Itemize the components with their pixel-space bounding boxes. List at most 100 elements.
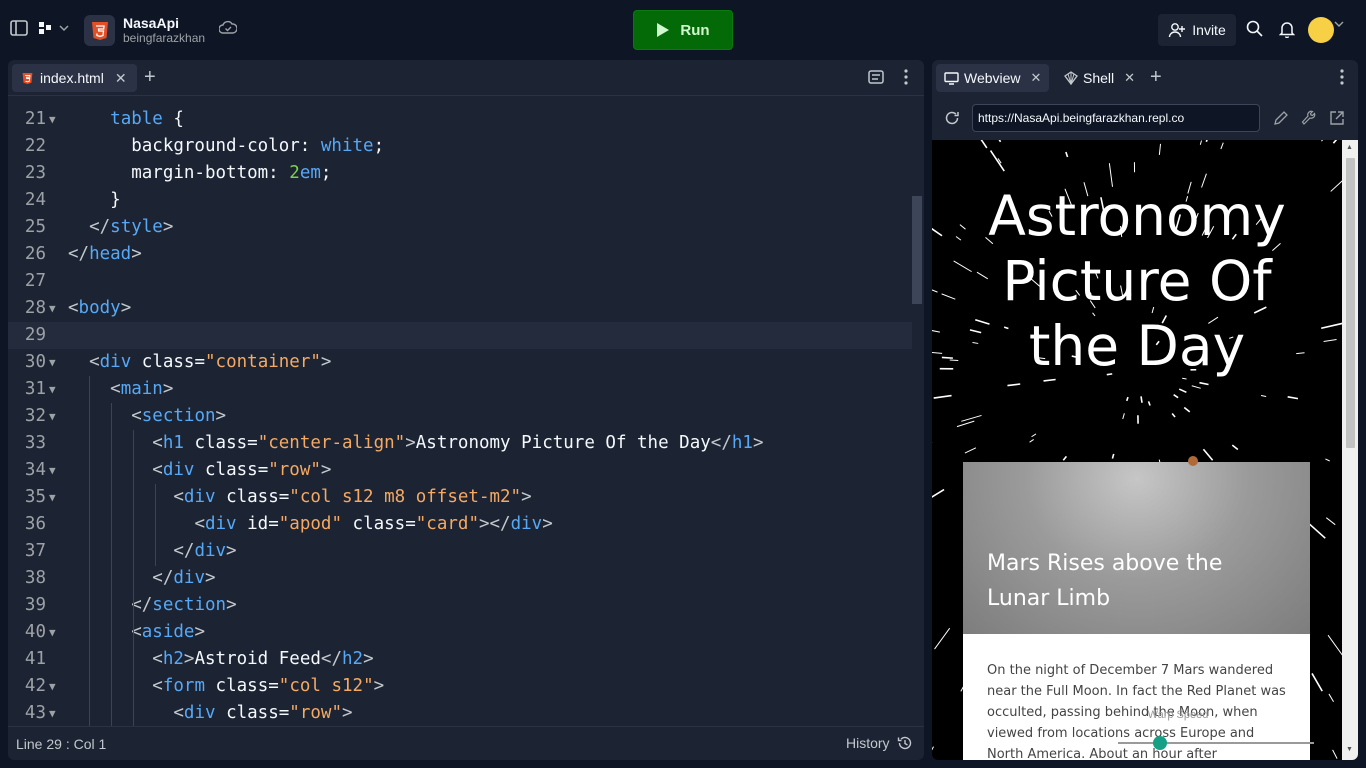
code-line[interactable]: 23 margin-bottom: 2em;	[8, 160, 912, 187]
star-streak	[1122, 413, 1125, 420]
code-line[interactable]: 31 ▼ <main>	[8, 376, 912, 403]
project-switcher-icon[interactable]	[38, 20, 70, 36]
new-pane-tab-icon[interactable]: +	[1150, 66, 1162, 88]
editor-scrollbar[interactable]	[912, 196, 922, 304]
code-line[interactable]: 27	[8, 268, 912, 295]
code-line[interactable]: 40 ▼ <aside>	[8, 619, 912, 646]
invite-label: Invite	[1192, 22, 1226, 38]
close-shell-tab-icon[interactable]: ✕	[1124, 70, 1135, 86]
code-text: <section>	[131, 406, 227, 426]
fold-arrow-icon[interactable]: ▼	[49, 295, 56, 322]
warp-speed-slider[interactable]	[1118, 742, 1314, 744]
code-line[interactable]: 32 ▼ <section>	[8, 403, 912, 430]
code-line[interactable]: 34 ▼ <div class="row">	[8, 457, 912, 484]
code-area[interactable]: 20 21▼ table {22 background-color: white…	[8, 96, 912, 726]
star-streak	[1332, 140, 1338, 144]
play-icon	[657, 23, 670, 37]
webview-scrollbar-thumb[interactable]	[1346, 158, 1355, 448]
star-streak	[1308, 523, 1326, 539]
code-line[interactable]: 37 </div>	[8, 538, 912, 565]
fold-arrow-icon[interactable]: ▼	[49, 106, 56, 133]
code-line[interactable]: 22 background-color: white;	[8, 133, 912, 160]
code-text: <div class="col s12 m8 offset-m2">	[173, 487, 532, 507]
fold-arrow-icon[interactable]: ▼	[49, 619, 56, 646]
warp-speed-label: Warp Speed	[1147, 709, 1209, 721]
user-avatar[interactable]	[1308, 17, 1334, 43]
cloud-check-icon[interactable]	[219, 20, 239, 36]
star-streak	[961, 414, 982, 422]
warp-speed-slider-knob[interactable]	[1153, 736, 1167, 750]
star-streak	[932, 746, 934, 751]
code-line[interactable]: 25 </style>	[8, 214, 912, 241]
code-text: table {	[110, 109, 184, 129]
fold-arrow-icon[interactable]: ▼	[49, 673, 56, 700]
star-streak	[964, 447, 977, 454]
notification-bell-icon[interactable]	[1279, 20, 1299, 38]
tab-index-html[interactable]: index.html ✕	[12, 64, 137, 92]
code-text: <div class="row">	[152, 460, 332, 480]
close-webview-tab-icon[interactable]: ✕	[1031, 70, 1042, 86]
star-streak	[989, 150, 1005, 172]
devtools-wrench-icon[interactable]	[1301, 110, 1317, 126]
fold-arrow-icon[interactable]: ▼	[49, 700, 56, 726]
repl-name[interactable]: NasaApi	[123, 15, 179, 31]
pane-more-options-icon[interactable]	[1340, 69, 1344, 85]
search-icon[interactable]	[1246, 20, 1266, 37]
star-streak	[932, 488, 945, 498]
code-line[interactable]: 24 }	[8, 187, 912, 214]
code-line[interactable]: 30 ▼ <div class="container">	[8, 349, 912, 376]
star-streak	[1327, 634, 1342, 656]
fold-arrow-icon[interactable]: ▼	[49, 403, 56, 430]
code-line[interactable]: 42 ▼ <form class="col s12">	[8, 673, 912, 700]
repl-owner[interactable]: beingfarazkhan	[123, 31, 205, 45]
history-button[interactable]: History	[846, 735, 913, 751]
tab-webview[interactable]: Webview ✕	[936, 64, 1050, 92]
star-streak	[1140, 396, 1143, 403]
fold-arrow-icon[interactable]: ▼	[49, 457, 56, 484]
line-number: 40	[24, 622, 46, 642]
code-line[interactable]: 21 ▼ table {	[8, 106, 912, 133]
code-line[interactable]: 33 <h1 class="center-align">Astronomy Pi…	[8, 430, 912, 457]
code-line[interactable]: 26 </head>	[8, 241, 912, 268]
star-streak	[998, 140, 1002, 143]
more-options-icon[interactable]	[904, 69, 908, 85]
top-bar: NasaApi beingfarazkhan Run Invite	[0, 0, 1366, 60]
code-text: <div class="container">	[89, 352, 332, 372]
code-line[interactable]: 36 <div id="apod" class="card"></div>	[8, 511, 912, 538]
code-line[interactable]: 38 </div>	[8, 565, 912, 592]
line-number: 36	[24, 514, 46, 534]
code-editor-pane: index.html ✕ + 20 21▼ table {22 backgrou…	[8, 60, 924, 760]
edit-pencil-icon[interactable]	[1273, 110, 1289, 126]
code-line[interactable]: 41 <h2>Astroid Feed</h2>	[8, 646, 912, 673]
invite-button[interactable]: Invite	[1158, 14, 1236, 46]
new-tab-icon[interactable]: +	[144, 66, 156, 88]
cursor-position: Line 29 : Col 1	[16, 736, 107, 752]
fold-arrow-icon[interactable]: ▼	[49, 349, 56, 376]
webview-scrollbar[interactable]: ▲ ▼	[1342, 140, 1358, 760]
fold-arrow-icon[interactable]: ▼	[49, 484, 56, 511]
star-streak	[1171, 412, 1176, 418]
line-number: 33	[24, 433, 46, 453]
code-line[interactable]: 28 ▼ <body>	[8, 295, 912, 322]
url-input[interactable]: https://NasaApi.beingfarazkhan.repl.co	[972, 104, 1260, 132]
code-line-partial: 20	[8, 96, 912, 106]
code-line[interactable]: 39 </section>	[8, 592, 912, 619]
star-streak	[1031, 433, 1037, 438]
scroll-up-arrow-icon[interactable]: ▲	[1346, 144, 1353, 151]
scroll-down-arrow-icon[interactable]: ▼	[1346, 746, 1353, 753]
code-line[interactable]: 43 ▼ <div class="row">	[8, 700, 912, 726]
html5-file-icon	[22, 72, 33, 84]
line-number: 28	[24, 298, 46, 318]
reload-icon[interactable]	[944, 110, 960, 126]
star-streak	[1323, 338, 1337, 342]
sidebar-toggle-icon[interactable]	[10, 20, 30, 36]
fold-arrow-icon[interactable]: ▼	[49, 376, 56, 403]
open-new-window-icon[interactable]	[1329, 110, 1345, 126]
tab-shell[interactable]: Shell ✕	[1056, 64, 1143, 92]
format-code-icon[interactable]	[868, 70, 884, 84]
code-line[interactable]: 29	[8, 322, 912, 349]
chevron-down-icon[interactable]	[1334, 20, 1346, 28]
code-line[interactable]: 35 ▼ <div class="col s12 m8 offset-m2">	[8, 484, 912, 511]
run-button[interactable]: Run	[633, 10, 733, 50]
close-tab-icon[interactable]: ✕	[115, 70, 127, 87]
